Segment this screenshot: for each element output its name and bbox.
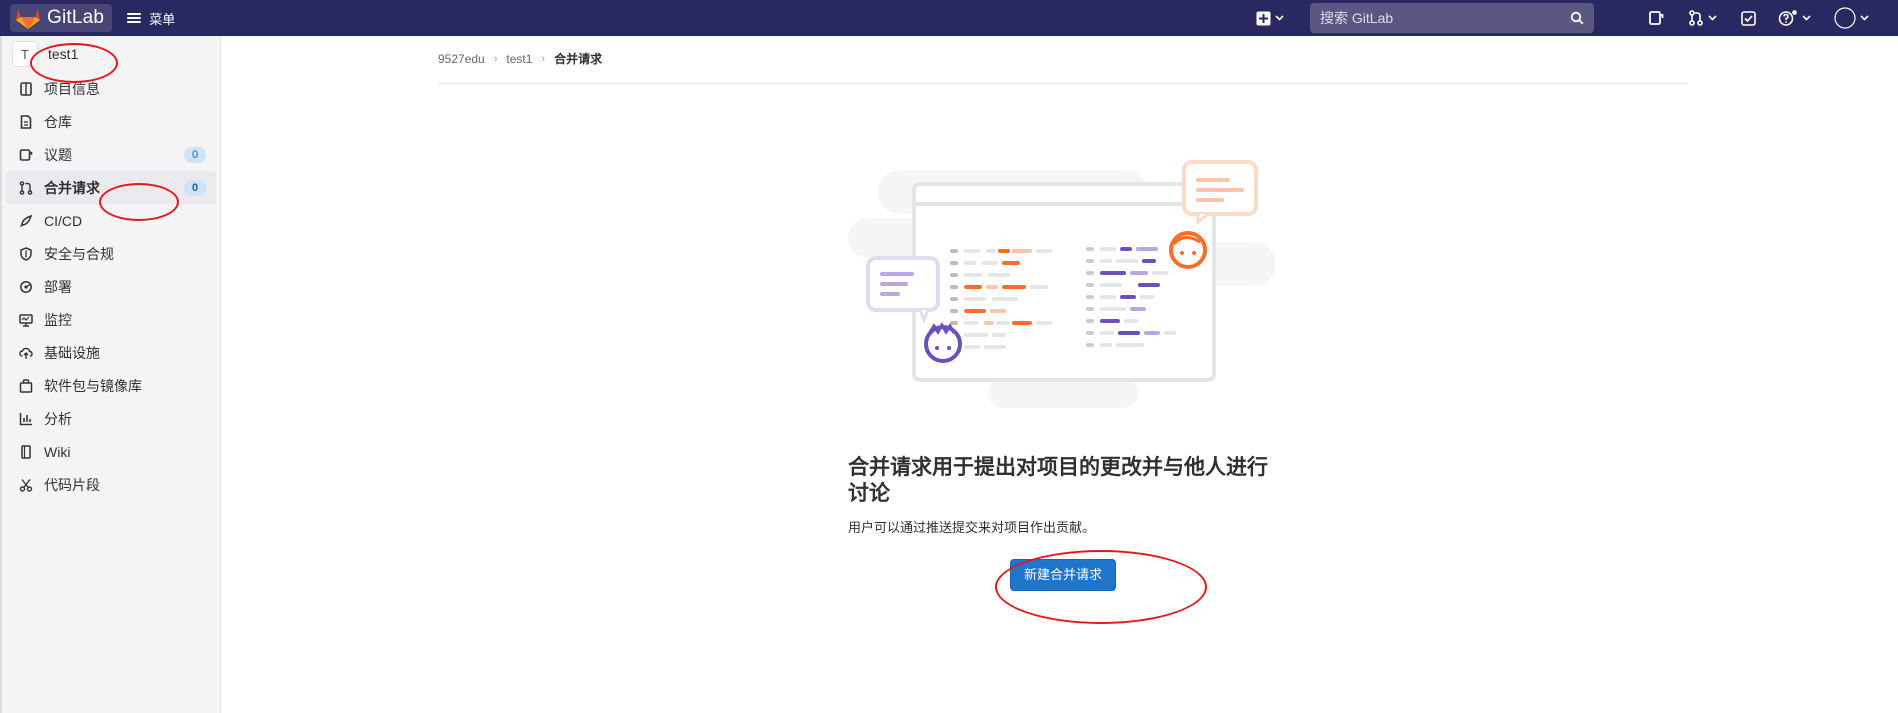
sidebar-item-label: 代码片段 bbox=[44, 476, 100, 493]
todo-check-icon bbox=[1741, 10, 1756, 26]
search-icon bbox=[1570, 11, 1584, 25]
issues-icon bbox=[1649, 11, 1664, 25]
merge-requests-nav-dropdown[interactable] bbox=[1688, 0, 1717, 36]
breadcrumb-project-link[interactable]: test1 bbox=[506, 52, 532, 66]
snippet-icon bbox=[18, 477, 34, 493]
chevron-right-icon: › bbox=[541, 52, 546, 65]
issues-count-badge: 0 bbox=[184, 147, 206, 163]
gitlab-logo-icon bbox=[16, 9, 40, 29]
sidebar-item-label: 合并请求 bbox=[44, 179, 100, 196]
sidebar-item-issues[interactable]: 议题 0 bbox=[2, 138, 220, 171]
chevron-right-icon: › bbox=[493, 52, 498, 65]
sidebar-item-label: 基础设施 bbox=[44, 344, 100, 361]
sidebar-item-label: 软件包与镜像库 bbox=[44, 377, 142, 394]
cloud-icon bbox=[18, 345, 34, 361]
breadcrumb-divider bbox=[438, 83, 1687, 84]
plus-square-icon bbox=[1256, 11, 1271, 25]
sidebar-item-monitor[interactable]: 监控 bbox=[2, 303, 220, 336]
sidebar-item-label: 监控 bbox=[44, 311, 72, 328]
gitlab-home-link[interactable]: GitLab bbox=[10, 4, 113, 32]
breadcrumb-current[interactable]: 合并请求 bbox=[554, 50, 602, 67]
rocket-icon bbox=[18, 213, 34, 229]
merge-request-icon bbox=[18, 180, 34, 196]
top-navbar: GitLab 菜单 bbox=[0, 0, 1898, 36]
sidebar-item-analytics[interactable]: 分析 bbox=[2, 402, 220, 435]
sidebar-item-repository[interactable]: 仓库 bbox=[2, 105, 220, 138]
sidebar-item-label: 议题 bbox=[44, 146, 72, 163]
annotation-circle bbox=[30, 43, 118, 83]
sidebar-item-wiki[interactable]: Wiki bbox=[2, 435, 220, 468]
sidebar-item-label: 仓库 bbox=[44, 113, 72, 130]
deployments-icon bbox=[18, 279, 34, 295]
project-sidebar: T test1 项目信息 仓库 议题 0 合并请求 0 CI/CD 安全与合规 … bbox=[0, 36, 221, 713]
repository-icon bbox=[18, 114, 34, 130]
breadcrumb: 9527edu › test1 › 合并请求 bbox=[438, 50, 602, 67]
new-item-dropdown[interactable] bbox=[1256, 0, 1284, 36]
sidebar-item-security-compliance[interactable]: 安全与合规 bbox=[2, 237, 220, 270]
annotation-circle bbox=[995, 550, 1207, 624]
sidebar-item-label: 分析 bbox=[44, 410, 72, 427]
help-icon bbox=[1778, 10, 1797, 26]
main-menu-button[interactable]: 菜单 bbox=[127, 9, 175, 28]
breadcrumb-group-link[interactable]: 9527edu bbox=[438, 52, 485, 66]
chevron-down-icon bbox=[1708, 15, 1717, 21]
help-dropdown[interactable] bbox=[1778, 0, 1811, 36]
chevron-down-icon bbox=[1860, 15, 1869, 21]
sidebar-item-deployments[interactable]: 部署 bbox=[2, 270, 220, 303]
project-info-icon bbox=[18, 81, 34, 97]
issues-icon bbox=[18, 147, 34, 163]
package-icon bbox=[18, 378, 34, 394]
annotation-circle bbox=[99, 183, 179, 221]
todos-nav-link[interactable] bbox=[1741, 0, 1756, 36]
empty-state-title: 合并请求用于提出对项目的更改并与他人进行讨论 bbox=[848, 456, 1268, 505]
search-box[interactable] bbox=[1310, 3, 1594, 33]
sidebar-item-snippets[interactable]: 代码片段 bbox=[2, 468, 220, 501]
merge-request-icon bbox=[1689, 10, 1703, 26]
book-icon bbox=[18, 444, 34, 460]
sidebar-item-label: CI/CD bbox=[44, 212, 83, 229]
hamburger-icon bbox=[127, 11, 142, 25]
chevron-down-icon bbox=[1275, 15, 1284, 21]
user-avatar-icon bbox=[1834, 7, 1856, 29]
monitor-icon bbox=[18, 312, 34, 328]
merge-requests-count-badge: 0 bbox=[184, 180, 206, 196]
analytics-icon bbox=[18, 411, 34, 427]
brand-name: GitLab bbox=[47, 7, 105, 28]
empty-state-description: 用户可以通过推送提交来对项目作出贡献。 bbox=[848, 520, 1096, 535]
search-input[interactable] bbox=[1320, 10, 1570, 26]
sidebar-item-project-info[interactable]: 项目信息 bbox=[2, 72, 220, 105]
sidebar-item-label: 部署 bbox=[44, 278, 72, 295]
sidebar-item-label: Wiki bbox=[44, 443, 71, 460]
sidebar-item-infrastructure[interactable]: 基础设施 bbox=[2, 336, 220, 369]
sidebar-item-label: 安全与合规 bbox=[44, 245, 114, 262]
chevron-down-icon bbox=[1802, 15, 1811, 21]
user-menu-dropdown[interactable] bbox=[1834, 0, 1869, 36]
shield-icon bbox=[18, 246, 34, 262]
issues-nav-link[interactable] bbox=[1648, 0, 1664, 36]
menu-label: 菜单 bbox=[149, 11, 176, 27]
sidebar-item-packages-registries[interactable]: 软件包与镜像库 bbox=[2, 369, 220, 402]
merge-requests-empty-illustration bbox=[848, 160, 1276, 408]
